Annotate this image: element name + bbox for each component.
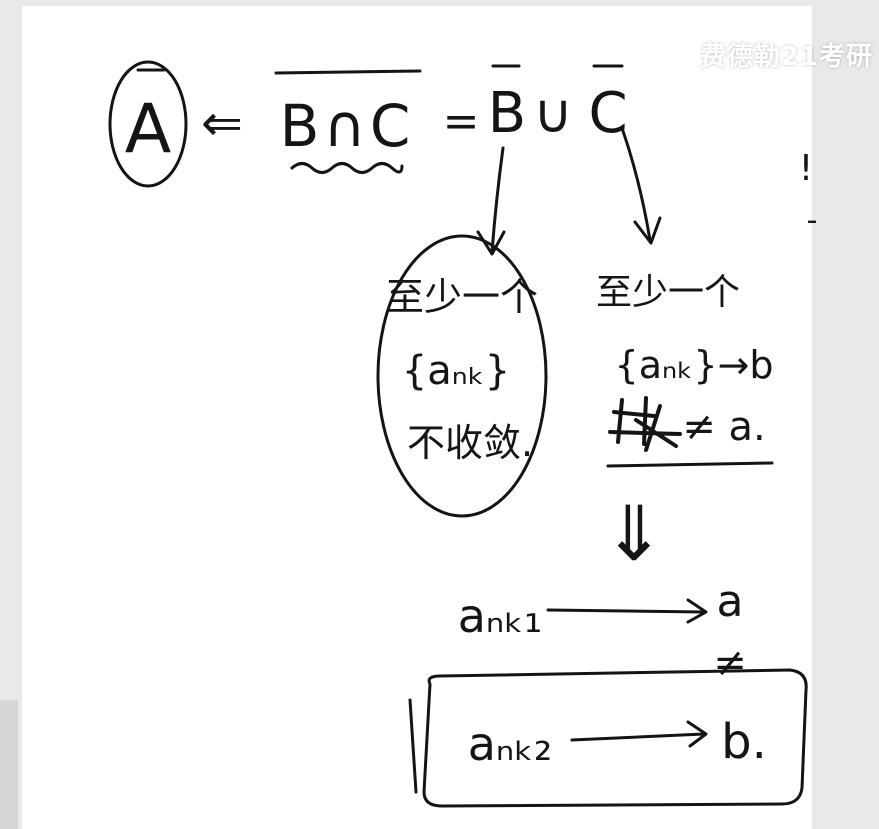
right-branch-line2: {aₙₖ}→b	[615, 343, 774, 387]
conclusion-implies-arrow: ⇓	[602, 489, 666, 578]
whiteboard: A ⇐ B∩C = B ∪ C 至少一个 {aₙₖ} 不收敛. 至少一个 {aₙ…	[0, 0, 879, 829]
circled-set-a: A	[125, 90, 172, 169]
implies-arrow: ⇐	[201, 94, 243, 152]
equals-sign: =	[443, 96, 480, 147]
right-branch-line1: 至少一个	[596, 272, 740, 313]
left-branch-line2: {aₙₖ}	[402, 348, 510, 394]
board-edge	[0, 700, 18, 829]
not-equal-mark: ≠	[713, 640, 747, 686]
limit-a: a	[717, 576, 744, 627]
bc-complement-bar	[274, 69, 422, 75]
set-b: B	[488, 81, 526, 146]
subsequence-1: aₙₖ₁	[458, 589, 543, 643]
left-branch-line3: 不收敛.	[407, 421, 533, 465]
margin-mark-exclamation: !	[799, 148, 813, 189]
watermark-text: 费德勒21考研	[699, 42, 873, 72]
b-intersect-c: B∩C	[280, 92, 415, 160]
union-symbol: ∪	[533, 82, 573, 145]
set-c: C	[588, 81, 627, 146]
right-branch-line3: ≠ a.	[682, 404, 765, 450]
subsequence-2: aₙₖ₂	[468, 717, 553, 771]
left-branch-line1: 至少一个	[386, 275, 538, 319]
limit-b: b.	[721, 714, 767, 770]
margin-mark-dash: -	[807, 203, 818, 238]
arrow-seq1-to-a	[546, 608, 706, 614]
